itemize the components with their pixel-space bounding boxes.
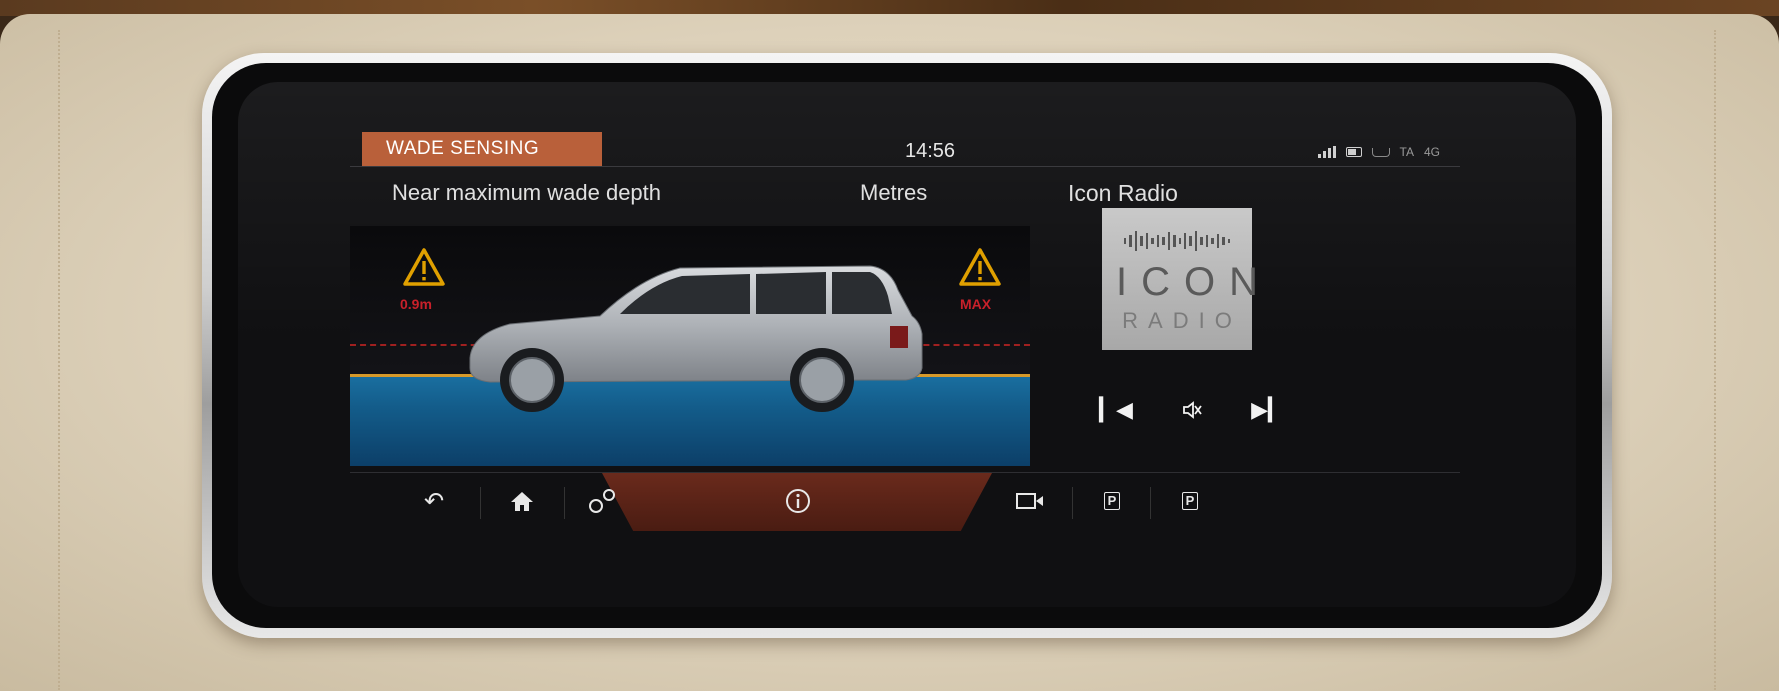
artwork-subtitle: RADIO [1122,308,1242,333]
unit-toggle[interactable]: Metres [860,176,927,210]
stitching-right [1714,30,1722,690]
radio-panel: ICON RADIO ▎◀ ▶▎ [1040,208,1460,466]
park-assist-icon: P [1103,492,1121,510]
back-icon: ↶ [423,487,445,515]
park-assist-button[interactable]: P [1082,479,1142,523]
signal-strength-icon [1317,146,1336,158]
depth-label-right: MAX [960,296,992,312]
mute-button[interactable] [1170,390,1214,430]
radio-station-title: Icon Radio [1068,180,1178,206]
station-artwork[interactable]: ICON RADIO [1102,208,1272,350]
network-indicator: 4G [1423,145,1440,159]
skip-next-icon: ▶▎ [1251,397,1285,422]
warning-icon-right [959,248,1001,286]
home-button[interactable] [492,479,552,523]
waveform-icon [1124,230,1231,252]
header-row: Near maximum wade depth Metres Icon Radi… [350,166,1460,222]
info-icon [786,489,810,513]
clock: 14:56 [904,140,956,162]
stitching-left [58,30,66,690]
camera-icon [1016,493,1043,509]
battery-icon [1345,147,1362,157]
infotainment-ui: WADE SENSING 14:56 TA 4G Near maximum wa… [350,126,1460,566]
home-icon [511,492,533,511]
park-exit-icon: P [1181,492,1199,510]
artwork-title: ICON [1116,260,1272,304]
camera-button[interactable] [1000,479,1060,523]
phone-icon [1371,147,1390,157]
status-indicators: TA 4G [1230,138,1440,166]
vehicle-icon [469,265,923,412]
depth-label-left: 0.9m [400,296,432,312]
info-button[interactable] [768,479,828,523]
wade-depth-panel: 0.9m MAX [350,226,1030,466]
skip-previous-icon: ▎◀ [1099,397,1133,422]
wade-status-text: Near maximum wade depth [392,180,662,205]
previous-track-button[interactable]: ▎◀ [1094,390,1138,430]
connections-icon [589,489,615,513]
traffic-announcement-indicator: TA [1399,145,1414,159]
mute-icon [1183,401,1202,419]
app-title: WADE SENSING [362,132,602,166]
bottom-nav-bar: ↶ P P [350,472,1460,535]
next-track-button[interactable]: ▶▎ [1246,390,1290,430]
warning-icon-left [403,248,445,286]
back-button[interactable]: ↶ [404,479,464,523]
connectivity-button[interactable] [572,479,632,523]
park-exit-button[interactable]: P [1160,479,1220,523]
